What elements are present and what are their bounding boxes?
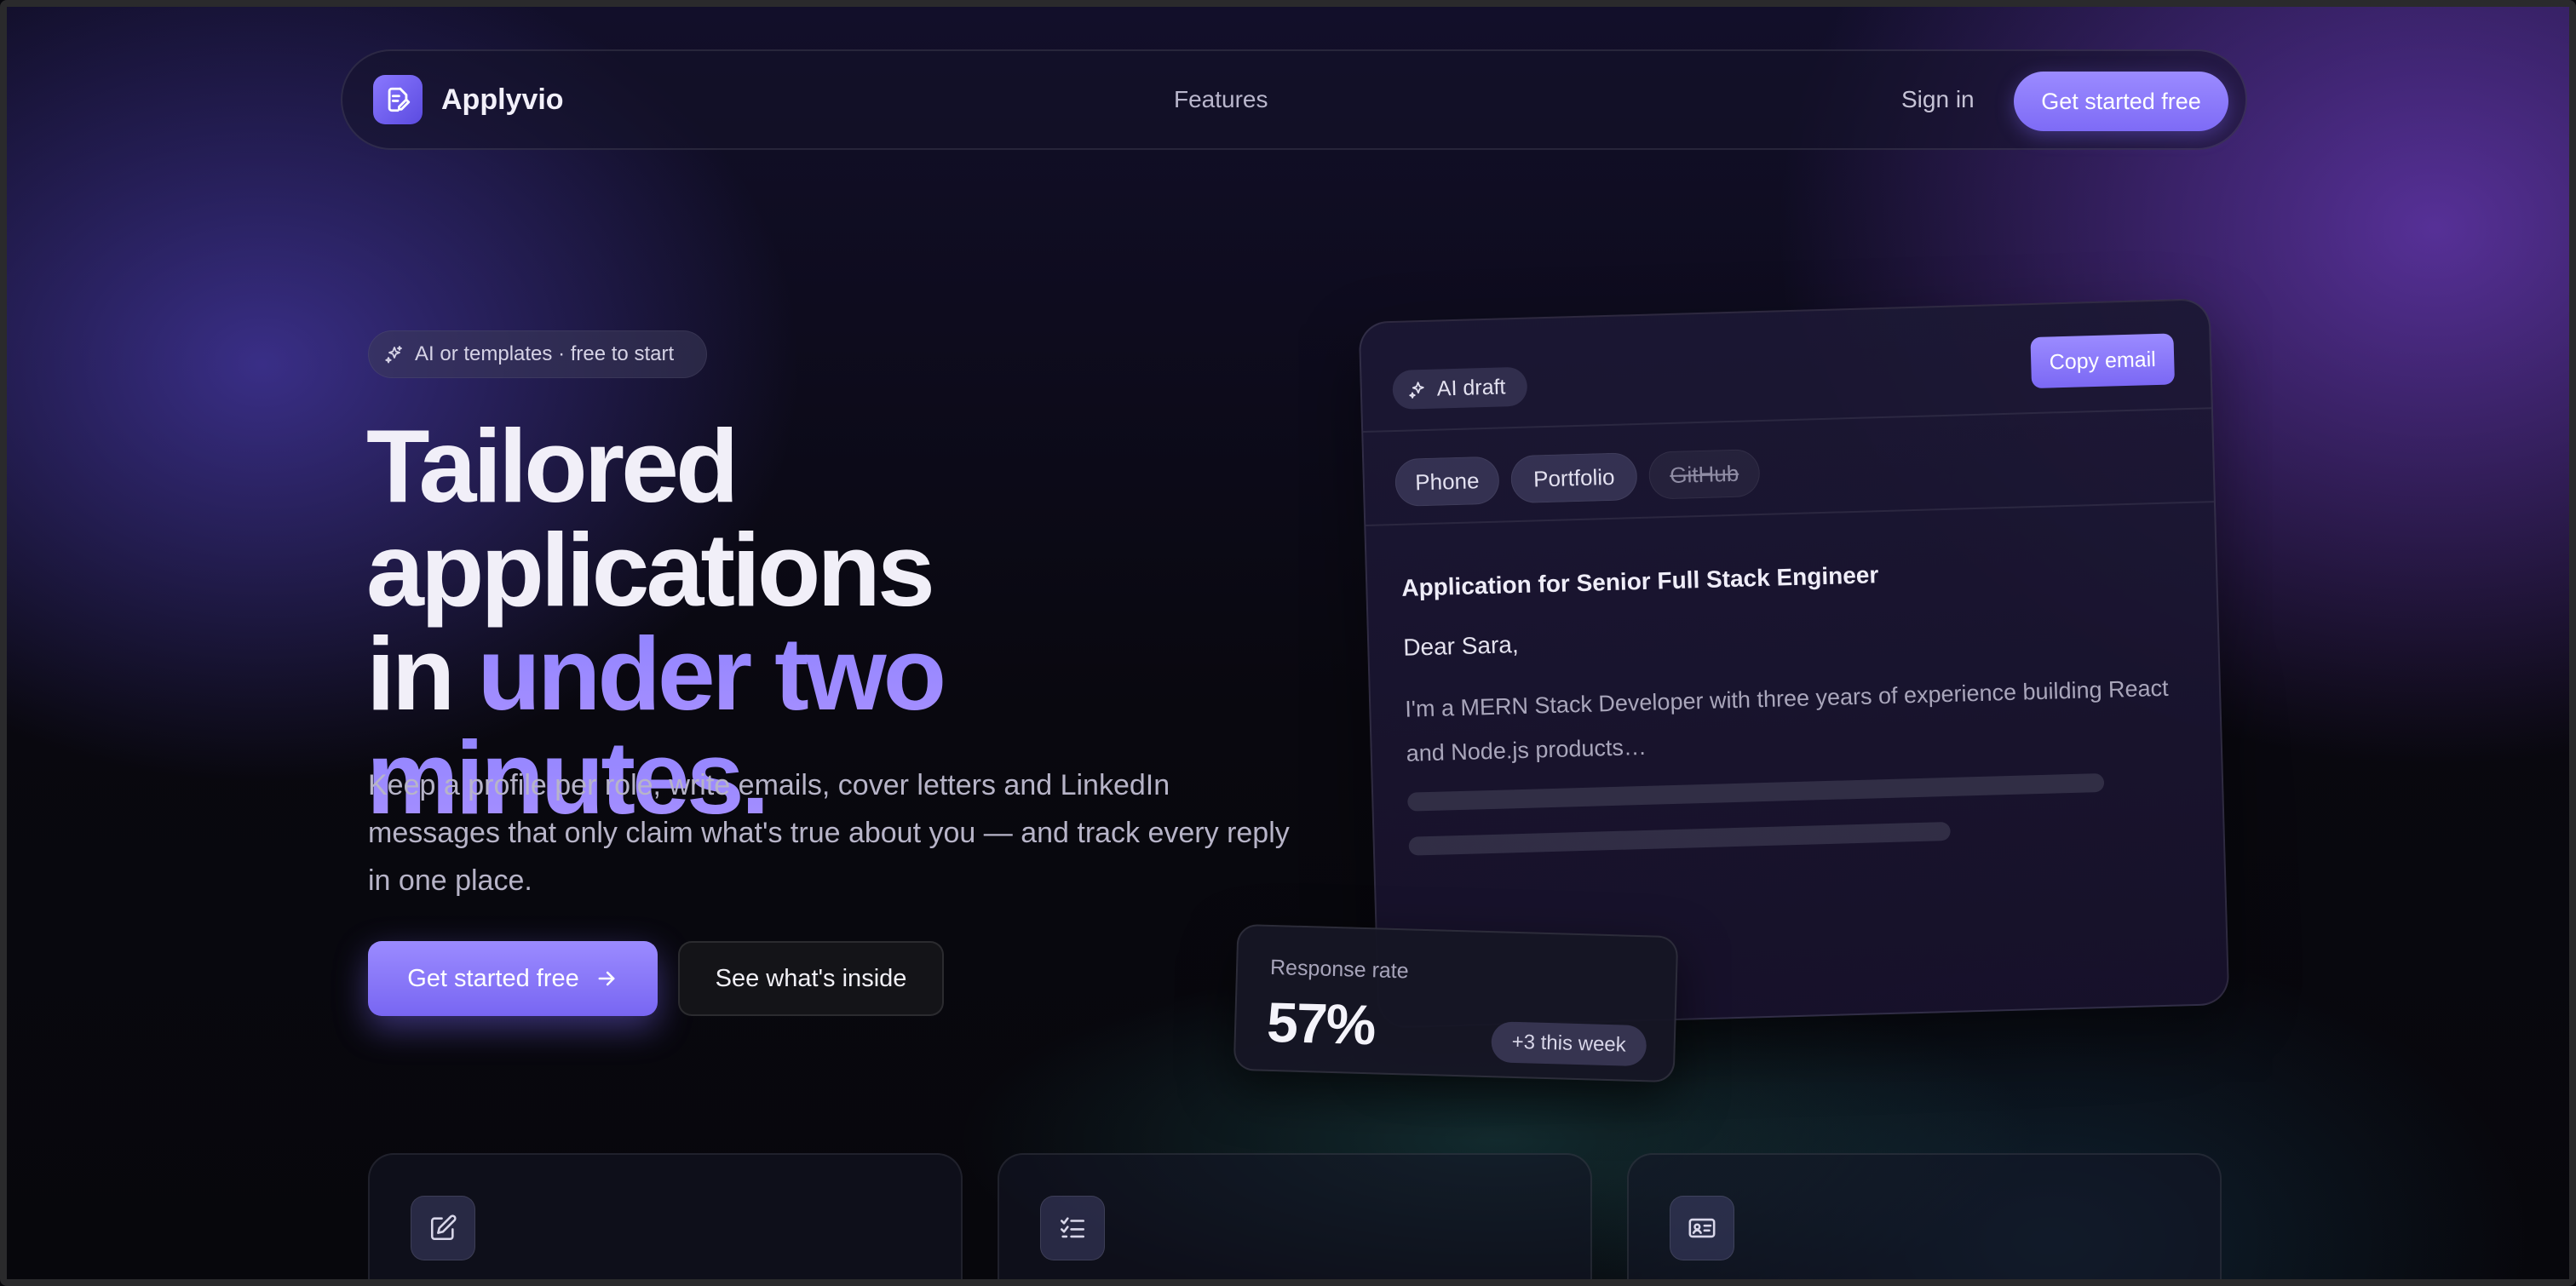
nav-link-features[interactable]: Features [1174, 86, 1268, 113]
get-started-button[interactable]: Get started free [368, 941, 658, 1016]
ai-draft-chip: AI draft [1392, 366, 1528, 410]
brand-name[interactable]: Applyvio [441, 83, 564, 117]
feature-card[interactable] [1627, 1153, 2222, 1279]
checklist-icon [1040, 1196, 1105, 1260]
hero-badge-text: AI or templates · free to start [415, 342, 675, 365]
response-rate-value: 57% [1266, 990, 1376, 1057]
nav-get-started-button[interactable]: Get started free [2014, 72, 2228, 131]
copy-email-button[interactable]: Copy email [2030, 333, 2176, 389]
hero-badge: AI or templates · free to start [368, 330, 707, 378]
placeholder-line [1408, 821, 1951, 856]
placeholder-line [1407, 772, 2105, 812]
response-rate-card: Response rate 57% +3 this week [1233, 923, 1679, 1083]
ai-draft-label: AI draft [1436, 374, 1506, 401]
feature-card[interactable] [998, 1153, 1592, 1279]
id-card-icon [1670, 1196, 1734, 1260]
headline-in: in [366, 616, 455, 732]
email-greeting: Dear Sara, [1402, 631, 1520, 661]
feature-card[interactable] [368, 1153, 963, 1279]
tag-github[interactable]: GitHub [1647, 449, 1761, 500]
tag-phone[interactable]: Phone [1394, 456, 1500, 507]
tag-portfolio[interactable]: Portfolio [1510, 452, 1638, 504]
sparkle-icon [385, 346, 402, 364]
sparkle-icon [1409, 382, 1424, 399]
get-started-label: Get started free [407, 964, 579, 992]
page-frame: Applyvio Features Sign in Get started fr… [0, 0, 2576, 1286]
arrow-right-icon [598, 971, 615, 986]
see-whats-inside-button[interactable]: See what's inside [678, 941, 944, 1016]
card-divider [1363, 407, 2211, 433]
top-navigation: Applyvio Features Sign in Get started fr… [341, 49, 2247, 150]
headline-line-1: Tailored applications [366, 408, 935, 628]
response-rate-label: Response rate [1269, 955, 1410, 984]
email-subject: Application for Senior Full Stack Engine… [1400, 561, 1879, 601]
hero-subtitle: Keep a profile per role, write emails, c… [368, 769, 1290, 897]
ai-draft-card: AI draft Copy email Phone Portfolio GitH… [1358, 298, 2230, 1029]
response-rate-badge: +3 this week [1491, 1021, 1647, 1067]
email-body: I'm a MERN Stack Developer with three ye… [1404, 675, 2169, 766]
sign-in-link[interactable]: Sign in [1901, 86, 1975, 113]
edit-icon [411, 1196, 475, 1260]
logo-icon[interactable] [373, 75, 423, 124]
card-divider [1366, 501, 2214, 526]
